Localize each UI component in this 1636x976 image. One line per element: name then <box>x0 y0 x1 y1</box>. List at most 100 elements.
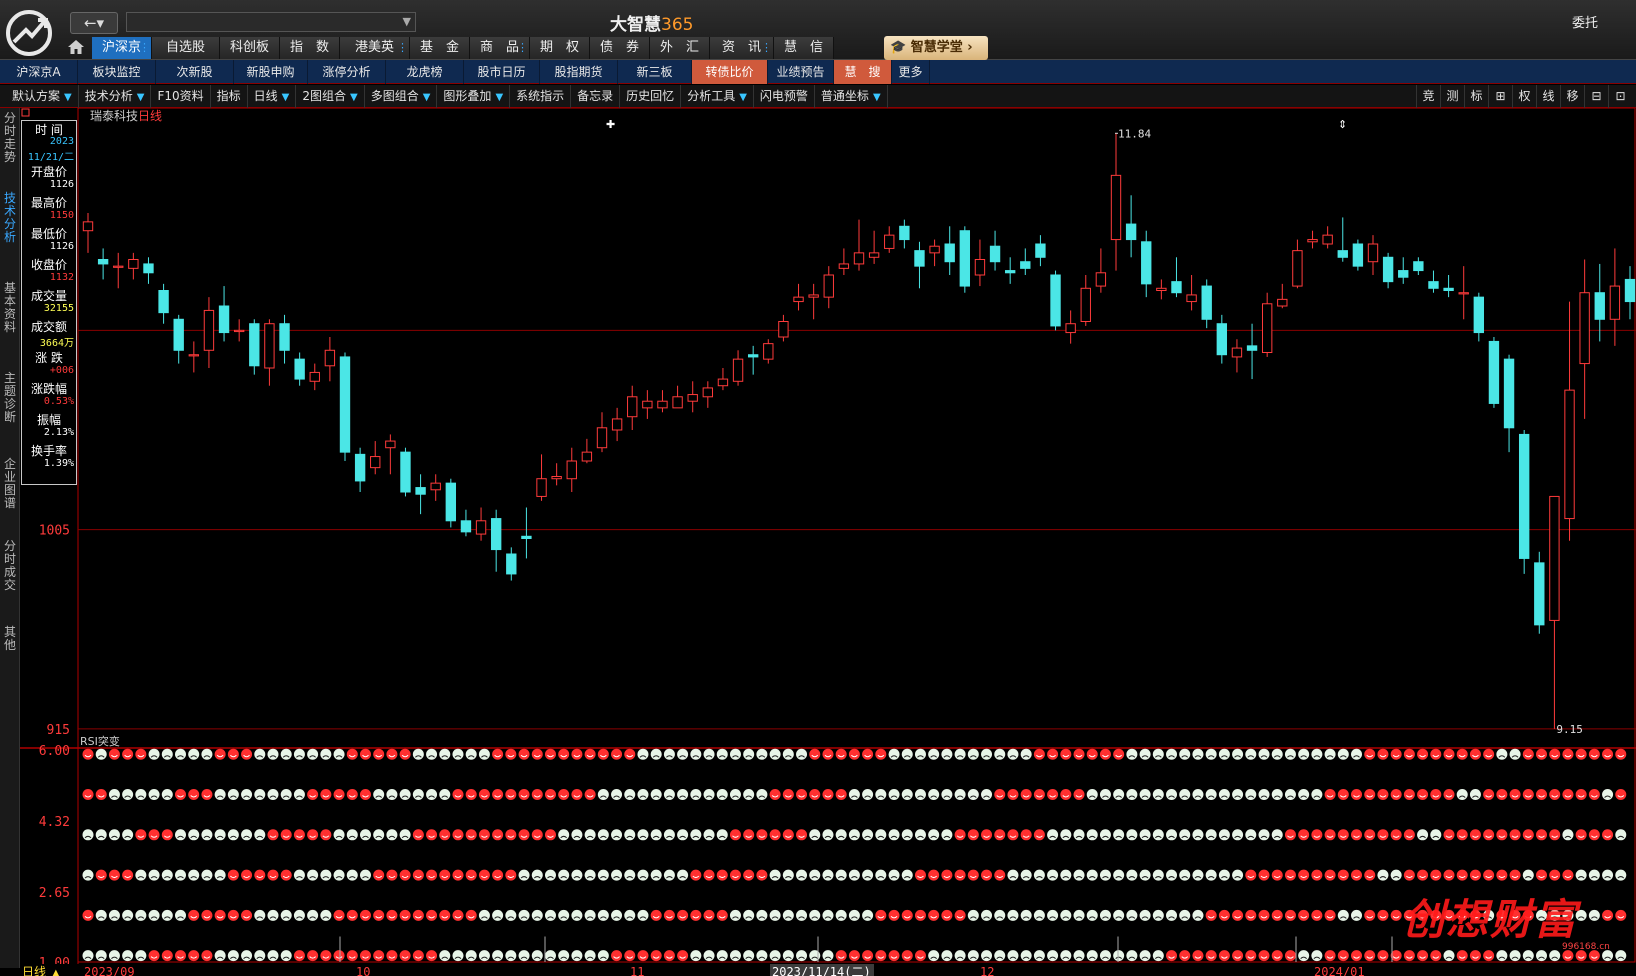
candle-body[interactable] <box>747 354 759 358</box>
candle-body[interactable] <box>1594 292 1605 320</box>
toolbar-item[interactable]: 技术分析 ▼ <box>79 85 152 108</box>
candle-body[interactable] <box>1534 562 1545 626</box>
candle-body[interactable] <box>1564 389 1575 520</box>
candle-body[interactable] <box>279 323 290 351</box>
candle-body[interactable] <box>1004 270 1016 274</box>
candle-body[interactable] <box>445 482 457 522</box>
candle-body[interactable] <box>1307 239 1318 243</box>
candle-body[interactable] <box>324 349 336 367</box>
candle-body[interactable] <box>430 482 441 491</box>
candle-body[interactable] <box>853 252 865 265</box>
period-tab-label[interactable]: 日线 <box>22 965 46 976</box>
main-menu-item[interactable]: 沪深京 ⋮ <box>92 37 152 59</box>
sub-menu-item[interactable]: 新股申购 <box>234 60 308 84</box>
candle-body[interactable] <box>143 263 154 274</box>
candle-body[interactable] <box>1095 272 1107 287</box>
candle-body[interactable] <box>627 396 638 418</box>
candle-body[interactable] <box>506 553 517 575</box>
candle-body[interactable] <box>596 427 608 449</box>
sub-menu-item[interactable]: 慧 搜 <box>834 60 892 84</box>
toolbar-item[interactable]: 指标 <box>211 85 248 108</box>
sub-menu-item[interactable]: 板块监控 <box>78 60 156 84</box>
dropdown-arrow-icon[interactable]: ▼ <box>495 92 503 103</box>
candle-body[interactable] <box>490 518 502 551</box>
toolbar-item[interactable]: F10资料 <box>151 85 211 108</box>
candle-body[interactable] <box>475 520 487 535</box>
main-menu-item[interactable]: 商 品 ⋮ <box>470 37 530 59</box>
dropdown-arrow-icon[interactable]: ▼ <box>423 92 431 103</box>
candle-body[interactable] <box>974 259 986 276</box>
candle-body[interactable] <box>1413 261 1424 272</box>
sub-menu-item[interactable]: 涨停分析 <box>308 60 386 84</box>
main-menu-item[interactable]: 港美英 ⋮ <box>340 37 410 59</box>
candle-body[interactable] <box>808 294 819 298</box>
sub-menu-item[interactable]: 新三板 <box>618 60 692 84</box>
candle-body[interactable] <box>566 460 577 480</box>
candle-body[interactable] <box>884 234 895 249</box>
candle-body[interactable] <box>1443 287 1454 292</box>
candle-body[interactable] <box>687 394 698 402</box>
main-menu-item[interactable]: 基 金 <box>410 37 470 59</box>
candle-body[interactable] <box>113 265 124 268</box>
toolbar-right-button[interactable]: ⊞ <box>1488 85 1512 108</box>
candle-body[interactable] <box>899 225 910 241</box>
candle-body[interactable] <box>1080 287 1091 323</box>
candle-body[interactable] <box>778 321 789 338</box>
toolbar-right-button[interactable]: 移 <box>1560 85 1584 108</box>
sub-menu-item[interactable]: 股市日历 <box>464 60 540 84</box>
academy-button[interactable]: 🎓 智慧学堂 › <box>884 36 988 60</box>
candle-body[interactable] <box>1216 323 1228 356</box>
candle-body[interactable] <box>1518 433 1530 559</box>
candle-body[interactable] <box>1503 358 1515 429</box>
sub-menu-item[interactable]: 业绩预告 <box>768 60 834 84</box>
main-menu-item[interactable]: 科创板 <box>220 37 280 59</box>
candle-body[interactable] <box>732 358 744 382</box>
candle-body[interactable] <box>294 358 305 380</box>
candle-body[interactable] <box>1579 292 1590 365</box>
main-menu-item[interactable]: 自选股 <box>152 37 220 59</box>
dropdown-arrow-icon[interactable]: ▼ <box>873 92 881 103</box>
candle-body[interactable] <box>173 318 184 351</box>
home-icon[interactable] <box>66 38 86 56</box>
main-menu-item[interactable]: 慧 信 <box>774 37 834 59</box>
candle-body[interactable] <box>1382 256 1394 283</box>
candle-body[interactable] <box>989 245 1001 263</box>
candle-body[interactable] <box>1609 285 1621 320</box>
candle-body[interactable] <box>1473 296 1485 334</box>
candle-body[interactable] <box>1398 270 1409 278</box>
candle-body[interactable] <box>944 243 955 263</box>
toolbar-right-button[interactable]: 竞 <box>1416 85 1440 108</box>
menu-more-icon[interactable]: ⋮ <box>397 37 408 59</box>
toolbar-item[interactable]: 历史回忆 <box>620 85 682 108</box>
candle-body[interactable] <box>1050 274 1061 327</box>
candle-body[interactable] <box>1352 243 1364 267</box>
candle-body[interactable] <box>1201 285 1212 320</box>
candle-body[interactable] <box>717 378 729 387</box>
candle-body[interactable] <box>1125 223 1137 241</box>
dropdown-arrow-icon[interactable]: ▼ <box>137 92 145 103</box>
candle-body[interactable] <box>1110 174 1122 241</box>
candle-body[interactable] <box>415 487 426 495</box>
candle-body[interactable] <box>1428 281 1439 289</box>
candle-body[interactable] <box>959 230 971 287</box>
main-menu-item[interactable]: 期 权 <box>530 37 590 59</box>
candle-body[interactable] <box>642 400 653 409</box>
candle-body[interactable] <box>1156 287 1167 292</box>
sub-menu-item[interactable]: 更多 <box>892 60 930 84</box>
toolbar-right-button[interactable]: 权 <box>1512 85 1536 108</box>
candle-body[interactable] <box>868 252 880 258</box>
candle-body[interactable] <box>97 259 109 265</box>
menu-more-icon[interactable]: ⋮ <box>761 37 772 59</box>
sub-menu-item[interactable]: 转债比价 <box>692 60 768 84</box>
main-menu-item[interactable]: 债 券 <box>590 37 650 59</box>
app-logo-icon[interactable] <box>4 8 54 58</box>
candle-body[interactable] <box>1261 303 1273 354</box>
candle-body[interactable] <box>672 396 683 409</box>
candle-body[interactable] <box>1231 347 1243 358</box>
dropdown-arrow-icon[interactable]: ▼ <box>282 92 290 103</box>
candle-body[interactable] <box>1277 298 1288 307</box>
candle-body[interactable] <box>1035 243 1046 258</box>
candle-body[interactable] <box>581 451 593 462</box>
candle-body[interactable] <box>370 456 381 469</box>
candle-body[interactable] <box>339 356 351 453</box>
